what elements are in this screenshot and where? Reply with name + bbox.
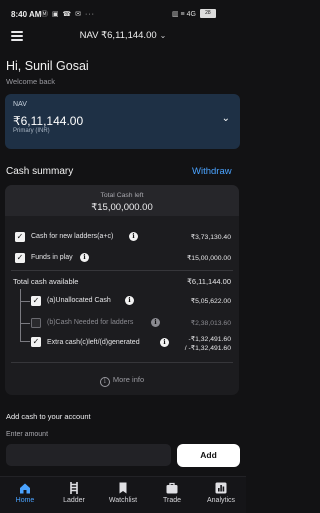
chevron-down-icon[interactable]: ⌄ bbox=[222, 113, 230, 124]
nav-card-currency: Primary (INR) bbox=[13, 128, 50, 134]
unallocated-cash-value: ₹5,05,622.00 bbox=[190, 298, 231, 305]
greeting-subtitle: Welcome back bbox=[6, 77, 56, 86]
cash-new-ladders-checkbox[interactable]: ✓ bbox=[15, 232, 25, 242]
extra-cash-value-generated: / -₹1,32,491.60 bbox=[184, 345, 231, 352]
info-icon[interactable]: i bbox=[125, 296, 134, 305]
tab-trade[interactable]: Trade bbox=[147, 481, 197, 504]
info-icon[interactable]: i bbox=[160, 338, 169, 347]
add-button[interactable]: Add bbox=[177, 444, 240, 467]
divider bbox=[11, 362, 233, 363]
tab-home[interactable]: Home bbox=[0, 481, 50, 504]
tab-analytics[interactable]: Analytics bbox=[196, 481, 246, 504]
tab-label: Home bbox=[15, 497, 35, 504]
signal-icon: ▥ ≡ 4G bbox=[172, 10, 196, 18]
top-bar: NAV ₹6,11,144.00 ⌄ bbox=[0, 26, 246, 46]
unallocated-cash-checkbox[interactable]: ✓ bbox=[31, 296, 41, 306]
briefcase-icon bbox=[166, 482, 178, 494]
system-icons: ▥ ≡ 4G 28 bbox=[172, 9, 216, 18]
status-bar: 8:40 AM Ⓜ ▣ ☎ ✉ ··· ▥ ≡ 4G 28 bbox=[0, 0, 246, 26]
info-icon: i bbox=[99, 377, 110, 387]
nav-card-value: ₹6,11,144.00 bbox=[13, 114, 84, 128]
funds-in-play-label: Funds in play bbox=[31, 254, 73, 261]
status-time: 8:40 AM bbox=[11, 10, 42, 19]
unallocated-cash-label: (a)Unallocated Cash bbox=[47, 297, 111, 304]
tab-ladder[interactable]: Ladder bbox=[49, 481, 99, 504]
total-cash-value: ₹15,00,000.00 bbox=[91, 202, 153, 213]
bar-chart-icon bbox=[215, 482, 227, 494]
battery-icon: 28 bbox=[199, 9, 216, 18]
info-icon[interactable]: i bbox=[129, 232, 138, 241]
cash-new-ladders-label: Cash for new ladders(a+c) bbox=[31, 233, 114, 240]
total-available-value: ₹6,11,144.00 bbox=[187, 277, 231, 286]
chevron-down-icon: ⌄ bbox=[159, 31, 167, 40]
cash-needed-value: ₹2,38,013.60 bbox=[190, 320, 231, 327]
more-info-label: More info bbox=[112, 375, 145, 384]
extra-cash-value-left: -₹1,32,491.60 bbox=[188, 336, 232, 343]
funds-in-play-checkbox[interactable]: ✓ bbox=[15, 253, 25, 263]
home-icon bbox=[20, 483, 30, 494]
info-icon[interactable]: i bbox=[151, 318, 160, 327]
nav-selector[interactable]: NAV ₹6,11,144.00 ⌄ bbox=[0, 30, 246, 41]
total-cash-header: Total Cash left ₹15,00,000.00 bbox=[5, 185, 239, 216]
amount-input[interactable] bbox=[6, 444, 171, 466]
notification-icons: Ⓜ ▣ ☎ ✉ ··· bbox=[41, 11, 95, 18]
withdraw-link[interactable]: Withdraw bbox=[192, 166, 232, 177]
bookmark-icon bbox=[119, 482, 127, 494]
tab-label: Trade bbox=[162, 497, 182, 504]
tree-connector bbox=[20, 289, 21, 341]
section-title: Cash summary bbox=[6, 166, 74, 177]
amount-label: Enter amount bbox=[6, 431, 49, 438]
nav-card[interactable]: NAV ₹6,11,144.00 Primary (INR) ⌄ bbox=[5, 94, 240, 149]
total-cash-label: Total Cash left bbox=[100, 192, 144, 199]
greeting-title: Hi, Sunil Gosai bbox=[6, 59, 89, 73]
funds-in-play-value: ₹15,00,000.00 bbox=[186, 255, 231, 262]
divider bbox=[11, 270, 233, 271]
tab-label: Ladder bbox=[63, 497, 85, 504]
bottom-nav: Home Ladder Watchlist Trade Analytics bbox=[0, 476, 246, 513]
cash-needed-label: (b)Cash Needed for ladders bbox=[47, 319, 134, 326]
extra-cash-label: Extra cash(c)left/(d)generated bbox=[47, 339, 140, 346]
tab-label: Analytics bbox=[206, 497, 235, 504]
nav-title: NAV ₹6,11,144.00 bbox=[79, 30, 157, 41]
total-available-label: Total cash available bbox=[13, 277, 79, 286]
add-cash-title: Add cash to your account bbox=[6, 412, 91, 421]
cash-new-ladders-value: ₹3,73,130.40 bbox=[190, 234, 231, 241]
tree-connector bbox=[20, 341, 30, 342]
extra-cash-checkbox[interactable]: ✓ bbox=[31, 337, 41, 347]
cash-needed-checkbox[interactable] bbox=[31, 318, 41, 328]
nav-card-label: NAV bbox=[13, 101, 27, 108]
more-info-button[interactable]: i More info bbox=[5, 375, 239, 387]
cash-summary-card: Total Cash left ₹15,00,000.00 ✓ Cash for… bbox=[5, 185, 239, 395]
ladder-icon bbox=[70, 482, 78, 494]
tab-label: Watchlist bbox=[108, 497, 138, 504]
tab-watchlist[interactable]: Watchlist bbox=[98, 481, 148, 504]
info-icon[interactable]: i bbox=[80, 253, 89, 262]
tree-connector bbox=[20, 323, 30, 324]
tree-connector bbox=[20, 301, 30, 302]
